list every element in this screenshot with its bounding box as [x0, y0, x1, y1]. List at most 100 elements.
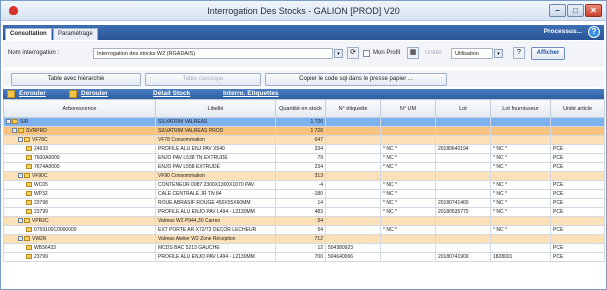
query-name-label: Nom interrogation :: [8, 50, 60, 56]
units-icon[interactable]: ▦: [407, 47, 419, 59]
table-row[interactable]: − SIR SILVATRIM VALREAS 1 726: [3, 117, 605, 127]
arbo-cell: 23798: [3, 198, 156, 208]
help-question-icon[interactable]: ?: [513, 47, 525, 59]
query-name-field[interactable]: Interrogation des stocks W2 (RGADAIS): [93, 48, 333, 59]
table-row[interactable]: 0759100C0000000 EXT PORTE AR X72/73 DECOR…: [3, 225, 605, 235]
um-cell: [380, 135, 436, 145]
lot-cell: 20180640194: [435, 144, 491, 154]
libelle-cell: PROFILE ALU ENJ PAV X540: [155, 144, 276, 154]
um-cell: * NC *: [380, 207, 436, 217]
lot-cell: [435, 153, 491, 163]
processus-menu[interactable]: Processus...: [544, 28, 582, 35]
um-cell: * NC *: [380, 198, 436, 208]
lot-cell: 20180741460: [435, 198, 491, 208]
table-row[interactable]: 23798 ROUE ABRASIF ROUGE 450X55X60MM 14 * N…: [3, 198, 605, 208]
unite-cell: [550, 171, 605, 181]
col-header-arborescence[interactable]: Arborescence: [3, 99, 156, 118]
col-header-etiquette[interactable]: N° étiquette: [325, 99, 381, 118]
minimize-button[interactable]: –: [549, 4, 566, 17]
tree-toggle-icon[interactable]: −: [18, 218, 23, 224]
folder-icon: [24, 236, 30, 242]
table-row[interactable]: WC05 CONTENEUR 0087 2300X1300X1070 PAV -4 *…: [3, 180, 605, 190]
table-row[interactable]: 7674A0000 ENJO PAV L558 EXTRUDÉ 234 * NC * *…: [3, 162, 605, 172]
unite-cell: PCE: [550, 198, 605, 208]
enrouler-link[interactable]: Enrouler: [19, 90, 46, 97]
lot-fournisseur-cell: * NC *: [490, 144, 551, 154]
table-hierarchy-button[interactable]: Table avec hiérarchie: [11, 73, 141, 86]
um-cell: * NC *: [380, 153, 436, 163]
detail-stock-link[interactable]: Détail Stock: [153, 90, 190, 97]
col-header-quantite[interactable]: Quantité en stock: [275, 99, 326, 118]
col-header-libelle[interactable]: Libellé: [155, 99, 276, 118]
query-dropdown-icon[interactable]: ▾: [334, 49, 343, 58]
table-row[interactable]: − VPR2C Valréas W2 P944,30 Carreo 54: [3, 216, 605, 226]
refresh-icon[interactable]: ⟳: [347, 47, 359, 59]
arbo-code: 0759100C0000000: [34, 227, 77, 233]
etiquette-cell: [325, 144, 381, 154]
unite-cell: PCE: [550, 180, 605, 190]
table-row[interactable]: 24633 PROFILE ALU ENJ PAV X540 334 * NC * 20…: [3, 144, 605, 154]
folder-icon: [26, 155, 32, 161]
copy-sql-button[interactable]: Copier le code sql dans le presse papier…: [265, 73, 447, 86]
table-classic-button[interactable]: Table classique: [145, 73, 261, 86]
qty-cell: 483: [275, 207, 326, 217]
mon-profil-checkbox[interactable]: [363, 50, 370, 57]
arbo-cell: 23799: [3, 252, 156, 262]
lot-cell: [435, 243, 491, 253]
lot-cell: [435, 171, 491, 181]
table-row[interactable]: − VF90C VF90 Consommation 313: [3, 171, 605, 181]
col-header-um[interactable]: N° UM: [380, 99, 436, 118]
arbo-cell: WC05: [3, 180, 156, 190]
units-dropdown-icon[interactable]: ▾: [494, 49, 503, 58]
afficher-button[interactable]: Afficher: [531, 47, 565, 60]
arbo-code: WP32: [34, 191, 48, 197]
col-header-lot[interactable]: Lot: [435, 99, 491, 118]
tree-toggle-icon[interactable]: −: [18, 236, 23, 242]
lot-cell: [435, 216, 491, 226]
unite-cell: [550, 117, 605, 127]
tree-toggle-icon[interactable]: −: [18, 173, 23, 179]
lot-fournisseur-cell: 1828001: [490, 252, 551, 262]
collapse-icon[interactable]: [7, 90, 15, 98]
tab-parametrage[interactable]: Paramétrage: [53, 28, 98, 40]
table-row[interactable]: 23799 PROFILE ALU ENJO PAV L494 - L2130MM…: [3, 207, 605, 217]
tree-toggle-icon[interactable]: −: [18, 137, 23, 143]
table-row[interactable]: 7600A0000 ENJO PAV L538 TN EXTRUDÉ 79 * NC …: [3, 153, 605, 163]
folder-icon: [26, 254, 32, 260]
interro-etiquettes-link[interactable]: Interro. Etiquettes: [223, 90, 279, 97]
help-icon[interactable]: ?: [588, 26, 600, 38]
libelle-cell: ROUE ABRASIF ROUGE 450X55X60MM: [155, 198, 276, 208]
close-button[interactable]: ✕: [585, 4, 602, 17]
arbo-cell: 7674A0000: [3, 162, 156, 172]
col-header-unite[interactable]: Unité article: [550, 99, 605, 118]
lot-fournisseur-cell: * NC *: [490, 189, 551, 199]
app-window: Interrogation Des Stocks - GALION [PROD]…: [0, 0, 607, 290]
etiquette-cell: [325, 198, 381, 208]
derouler-link[interactable]: Dérouler: [81, 90, 108, 97]
col-header-lot-fournisseur[interactable]: Lot fournisseur: [490, 99, 551, 118]
tab-consultation[interactable]: Consultation: [5, 28, 52, 40]
arbo-cell: − VW2R: [3, 234, 156, 244]
arbo-cell: − SVRPRD: [3, 126, 156, 136]
arbo-code: SVRPRD: [26, 128, 47, 134]
maximize-button[interactable]: □: [567, 4, 584, 17]
table-row[interactable]: WB36433 MCDS BAC 5213 GAUCHE 12 504380923 PC…: [3, 243, 605, 253]
tree-toggle-icon[interactable]: −: [6, 119, 11, 125]
table-row[interactable]: WP32 CALE CENTRALE JR TN 84 -180 * NC * * NC…: [3, 189, 605, 199]
units-select[interactable]: Utilisation: [451, 48, 493, 59]
arbo-code: 7600A0000: [34, 155, 60, 161]
lot-fournisseur-cell: [490, 135, 551, 145]
table-row[interactable]: − SVRPRD SILVATRIM VALREAS PROD 1 726: [3, 126, 605, 136]
unite-cell: PCE: [550, 189, 605, 199]
etiquette-cell: 504640066: [325, 252, 381, 262]
qty-cell: 1 726: [275, 126, 326, 136]
table-row[interactable]: − VW2R Valreas Atelier W2 Zone Réception 71…: [3, 234, 605, 244]
etiquette-cell: [325, 234, 381, 244]
table-row[interactable]: 23799 PROFILE ALU ENJO PAV L494 - L2130MM…: [3, 252, 605, 262]
tree-toggle-icon[interactable]: −: [12, 128, 17, 134]
lot-cell: 20180535775: [435, 207, 491, 217]
expand-icon[interactable]: [69, 90, 77, 98]
table-row[interactable]: − VF78C VF78 Consommation 647: [3, 135, 605, 145]
lot-cell: 20180741900: [435, 252, 491, 262]
um-cell: * NC *: [380, 144, 436, 154]
